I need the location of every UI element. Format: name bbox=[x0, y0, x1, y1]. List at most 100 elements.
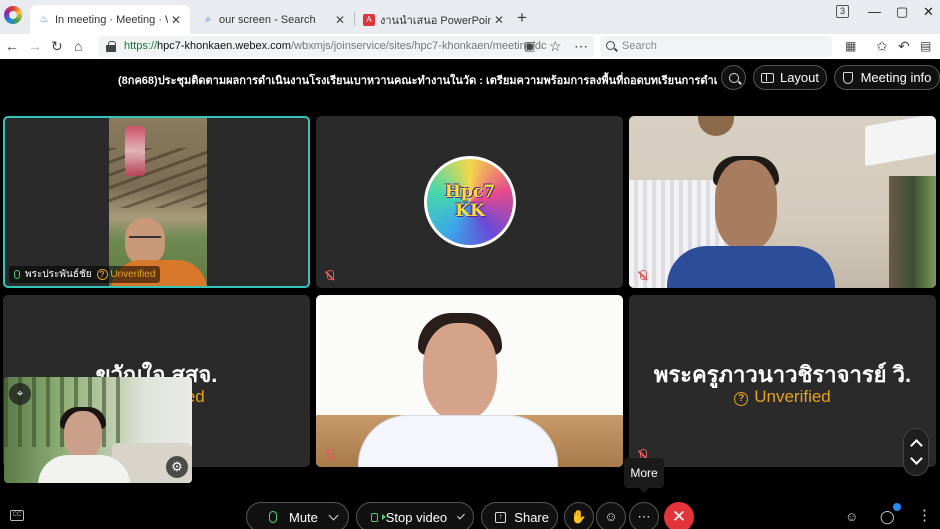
screen-capture-icon[interactable]: ▣ bbox=[524, 37, 535, 55]
url-domain: hpc7-khonkaen.webex.com bbox=[157, 40, 291, 52]
participant-video bbox=[316, 295, 623, 467]
layout-label: Layout bbox=[779, 70, 820, 85]
video-background bbox=[125, 126, 145, 176]
chevron-down-icon[interactable] bbox=[910, 452, 923, 465]
back-arrow-icon[interactable]: ← bbox=[5, 37, 19, 55]
new-tab-button[interactable]: + bbox=[517, 9, 527, 26]
forward-arrow-icon[interactable]: → bbox=[28, 37, 42, 55]
mute-button[interactable]: Mute bbox=[246, 502, 349, 529]
close-window-icon[interactable]: ✕ bbox=[923, 4, 934, 20]
unverified-badge: ? Unverified bbox=[96, 269, 156, 280]
layout-button[interactable]: Layout bbox=[753, 65, 827, 90]
participant-video bbox=[109, 118, 207, 286]
participant-video bbox=[629, 116, 936, 288]
share-icon: ↑ bbox=[495, 511, 507, 523]
participant-body bbox=[38, 455, 130, 483]
more-button[interactable]: ⋯ bbox=[629, 502, 659, 529]
microphone-icon bbox=[269, 511, 277, 523]
end-call-button[interactable]: ✕ bbox=[664, 502, 694, 529]
video-tile-logo[interactable]: Hpc7 KK bbox=[316, 116, 623, 288]
search-icon bbox=[606, 41, 615, 50]
pin-icon[interactable]: ⌖ bbox=[9, 383, 31, 405]
lock-icon bbox=[106, 41, 116, 52]
participants-icon[interactable]: ☺ bbox=[845, 509, 858, 524]
reactions-button[interactable]: ☺ bbox=[596, 502, 626, 529]
participant-face bbox=[64, 411, 102, 459]
muted-mic-icon bbox=[323, 269, 337, 283]
share-button[interactable]: ↑ Share bbox=[481, 502, 558, 529]
extensions-grid-icon[interactable]: ▦ bbox=[845, 37, 856, 55]
mic-icon bbox=[14, 270, 20, 279]
stop-video-button[interactable]: Stop video bbox=[356, 502, 474, 529]
favorites-icon[interactable]: ✩ bbox=[876, 37, 888, 55]
meeting-title: (8กค68)ประชุมติดตามผลการดำเนินงานโรงเรีย… bbox=[118, 75, 718, 87]
unverified-label: Unverified bbox=[110, 269, 156, 280]
video-tile-name-only[interactable]: พระครูภาวนาวชิราจารย์ วิ. ? Unverified bbox=[629, 295, 936, 467]
tab-search[interactable]: ⌕ our screen - Search ✕ bbox=[194, 5, 354, 34]
tab-title: งานนำเสนอ PowerPoint bbox=[380, 14, 491, 27]
tile-scroll-control[interactable] bbox=[903, 428, 929, 476]
home-icon[interactable]: ⌂ bbox=[74, 37, 82, 55]
pdf-icon: A bbox=[363, 13, 375, 26]
gear-icon[interactable]: ⚙ bbox=[166, 456, 188, 478]
logo-text: KK bbox=[455, 201, 485, 221]
close-tab-icon[interactable]: ✕ bbox=[491, 13, 507, 27]
wall-clock bbox=[698, 116, 734, 136]
video-tile-participant[interactable] bbox=[629, 116, 936, 288]
meeting-header: (8กค68)ประชุมติดตามผลการดำเนินงานโรงเรีย… bbox=[0, 59, 940, 111]
participant-body bbox=[667, 246, 835, 288]
meeting-info-button[interactable]: Meeting info bbox=[834, 65, 940, 90]
participant-face bbox=[423, 323, 497, 421]
logo-text: Hpc7 bbox=[444, 182, 496, 202]
close-tab-icon[interactable]: ✕ bbox=[168, 13, 184, 27]
browser-search-input[interactable]: Search bbox=[600, 36, 832, 57]
minimize-icon[interactable]: — bbox=[868, 4, 881, 19]
video-tile-participant[interactable] bbox=[316, 295, 623, 467]
maximize-icon[interactable]: ▢ bbox=[896, 4, 908, 20]
camera-icon bbox=[371, 512, 386, 522]
stop-video-label: Stop video bbox=[385, 509, 448, 525]
tab-count-badge[interactable]: 3 bbox=[836, 5, 849, 18]
browser-tab-strip: ♨ In meeting · Meeting · Webex ✕ ⌕ our s… bbox=[0, 0, 940, 34]
share-label: Share bbox=[514, 509, 549, 525]
browser-logo-icon bbox=[4, 6, 22, 24]
closed-captions-icon[interactable]: CC bbox=[10, 510, 24, 521]
search-icon: ⌕ bbox=[205, 14, 211, 25]
participant-name: พระประพันธ์ชัย bbox=[25, 269, 92, 280]
layout-icon bbox=[760, 72, 774, 83]
url-scheme: https:// bbox=[124, 40, 158, 52]
chat-icon[interactable]: ◯ bbox=[880, 509, 895, 525]
reload-icon[interactable]: ↻ bbox=[51, 37, 63, 55]
tab-webex-meeting[interactable]: ♨ In meeting · Meeting · Webex ✕ bbox=[30, 5, 190, 34]
close-tab-icon[interactable]: ✕ bbox=[332, 13, 348, 27]
chevron-down-icon[interactable] bbox=[457, 511, 465, 519]
video-tile-speaker[interactable]: พระประพันธ์ชัย ? Unverified bbox=[3, 116, 310, 288]
chevron-up-icon[interactable] bbox=[910, 439, 923, 452]
muted-mic-icon bbox=[323, 448, 337, 462]
video-background bbox=[865, 116, 936, 167]
zoom-button[interactable] bbox=[721, 65, 746, 90]
url-bar[interactable]: https://hpc7-khonkaen.webex.com/wbxmjs/j… bbox=[98, 36, 594, 57]
undo-icon[interactable]: ↶ bbox=[898, 37, 910, 55]
unverified-label: Unverified bbox=[754, 387, 831, 406]
participant-face bbox=[715, 160, 777, 250]
participant-name-tag: พระประพันธ์ชัย ? Unverified bbox=[9, 266, 161, 283]
url-path: /wbxmjs/joinservice/sites/hpc7-khonkaen/… bbox=[290, 40, 547, 52]
video-background bbox=[109, 148, 207, 208]
more-tooltip: More bbox=[624, 458, 664, 493]
more-options-icon[interactable]: ⋯ bbox=[574, 37, 588, 55]
self-view[interactable]: ⌖ ⚙ bbox=[4, 377, 192, 483]
collections-icon[interactable]: ▤ bbox=[920, 37, 931, 55]
bookmark-star-icon[interactable]: ☆ bbox=[549, 37, 562, 55]
notification-dot bbox=[893, 503, 901, 511]
browser-toolbar: ← → ↻ ⌂ https://hpc7-khonkaen.webex.com/… bbox=[0, 34, 940, 59]
video-background bbox=[889, 176, 936, 288]
raise-hand-button[interactable]: ✋ bbox=[564, 502, 594, 529]
mute-label: Mute bbox=[289, 509, 318, 525]
participant-glasses bbox=[129, 236, 161, 242]
tab-powerpoint-pdf[interactable]: A งานนำเสนอ PowerPoint ✕ bbox=[355, 5, 513, 34]
meeting-info-label: Meeting info bbox=[860, 70, 932, 85]
more-panels-icon[interactable]: ⋮ bbox=[917, 506, 932, 524]
tab-title: In meeting · Meeting · Webex bbox=[55, 13, 168, 26]
chevron-down-icon[interactable] bbox=[328, 510, 339, 520]
